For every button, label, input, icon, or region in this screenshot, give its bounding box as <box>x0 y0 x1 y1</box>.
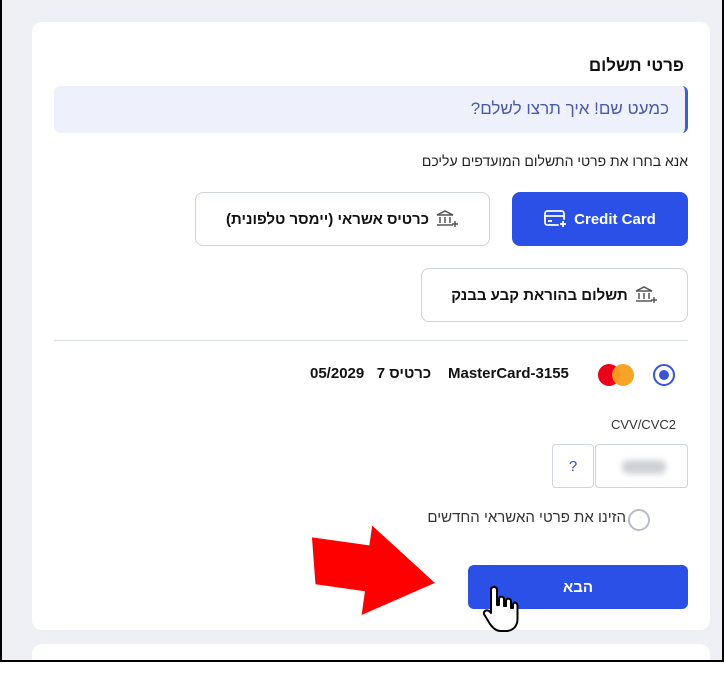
saved-card-name: MasterCard-3155 <box>448 365 569 382</box>
bank-order-option-button[interactable]: תשלום בהוראת קבע בבנק <box>421 268 688 322</box>
new-card-radio[interactable] <box>628 509 650 531</box>
cvv-input[interactable] <box>595 444 688 488</box>
new-card-label: הזינו את פרטי האשראי החדשים <box>427 509 626 526</box>
saved-card-radio[interactable] <box>653 364 675 386</box>
saved-card-expiry: 05/2029 <box>310 365 365 382</box>
saved-card-index: כרטיס 7 <box>376 365 432 382</box>
phone-card-option-button[interactable]: כרטיס אשראי (יימסר טלפונית) <box>195 192 490 246</box>
credit-card-option-button[interactable]: Credit Card <box>512 192 688 246</box>
cvv-label: CVV/CVC2 <box>610 417 676 432</box>
mastercard-logo-icon <box>598 363 636 387</box>
hand-cursor-icon <box>483 586 519 632</box>
saved-card-details: כרטיס 7 05/2029 <box>310 365 431 382</box>
bank-plus-icon <box>635 286 657 303</box>
bank-plus-icon <box>436 210 458 227</box>
credit-card-label: Credit Card <box>574 210 656 228</box>
next-section-card <box>32 644 710 660</box>
phone-card-label: כרטיס אשראי (יימסר טלפונית) <box>226 210 429 228</box>
banner-text: כמעט שם! איך תרצו לשלם? <box>470 99 669 118</box>
cvv-help-button[interactable]: ? <box>552 444 594 488</box>
section-divider <box>54 340 688 341</box>
red-arrow-icon <box>311 525 435 615</box>
info-banner: כמעט שם! איך תרצו לשלם? <box>54 86 688 133</box>
credit-card-plus-icon <box>544 210 568 229</box>
page-title: פרטי תשלום <box>588 56 684 75</box>
page-frame: פרטי תשלום כמעט שם! איך תרצו לשלם? אנא ב… <box>0 0 724 662</box>
bank-order-label: תשלום בהוראת קבע בבנק <box>451 286 628 304</box>
instruction-text: אנא בחרו את פרטי התשלום המועדפים עליכם <box>421 153 688 169</box>
